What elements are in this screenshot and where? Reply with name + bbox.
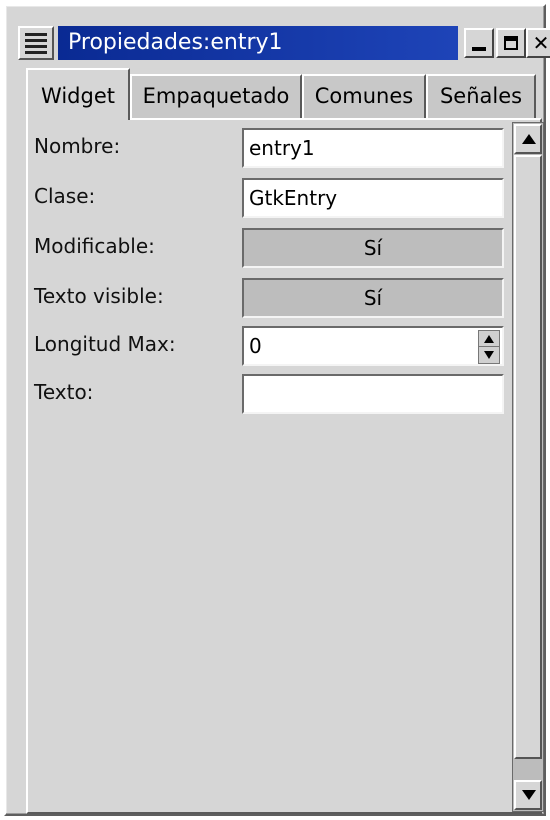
- tab-comunes[interactable]: Comunes: [302, 74, 426, 118]
- spin-arrows[interactable]: [478, 330, 500, 364]
- maximize-button[interactable]: [496, 28, 526, 58]
- texto-label: Texto:: [34, 380, 94, 404]
- property-row-modificable: Modificable: Sí: [34, 228, 504, 268]
- clase-label: Clase:: [34, 184, 96, 208]
- property-row-longitud-max: Longitud Max: 0: [34, 326, 504, 366]
- texto-visible-toggle[interactable]: Sí: [242, 278, 504, 318]
- modificable-toggle[interactable]: Sí: [242, 228, 504, 268]
- maximize-icon: [504, 36, 518, 50]
- close-button[interactable]: ✕: [526, 28, 550, 58]
- title-bar[interactable]: Propiedades:entry1 ✕: [12, 22, 550, 64]
- minimize-button[interactable]: [464, 28, 494, 58]
- property-row-nombre: Nombre: entry1: [34, 128, 504, 168]
- property-row-texto: Texto:: [34, 374, 504, 414]
- vertical-scrollbar[interactable]: [512, 122, 544, 812]
- tab-empaquetado[interactable]: Empaquetado: [130, 74, 302, 118]
- window-menu-icon[interactable]: [18, 26, 54, 60]
- properties-panel: [26, 118, 542, 814]
- property-row-texto-visible: Texto visible: Sí: [34, 278, 504, 318]
- longitud-max-label: Longitud Max:: [34, 332, 176, 356]
- clase-field[interactable]: GtkEntry: [242, 178, 504, 218]
- scroll-up-button[interactable]: [514, 124, 542, 154]
- tab-widget[interactable]: Widget: [26, 68, 130, 120]
- tab-bar: Widget Empaquetado Comunes Señales: [26, 68, 542, 120]
- tab-senales[interactable]: Señales: [426, 74, 536, 118]
- close-icon: ✕: [532, 31, 550, 55]
- nombre-field[interactable]: entry1: [242, 128, 504, 168]
- modificable-label: Modificable:: [34, 234, 155, 258]
- property-row-clase: Clase: GtkEntry: [34, 178, 504, 218]
- longitud-max-spinbutton[interactable]: 0: [242, 326, 504, 366]
- nombre-label: Nombre:: [34, 134, 121, 158]
- scroll-down-icon: [522, 790, 536, 800]
- scrollbar-thumb[interactable]: [514, 155, 542, 759]
- window-title: Propiedades:entry1: [58, 26, 458, 60]
- spin-up-icon[interactable]: [484, 335, 494, 343]
- texto-field[interactable]: [242, 374, 504, 414]
- texto-visible-label: Texto visible:: [34, 284, 164, 308]
- properties-window: Propiedades:entry1 ✕ Widget Empaquetado …: [4, 4, 550, 816]
- scroll-up-icon: [522, 134, 536, 144]
- minimize-icon: [472, 47, 486, 51]
- scroll-down-button[interactable]: [514, 780, 542, 810]
- spin-down-icon[interactable]: [484, 351, 494, 359]
- longitud-max-value: 0: [249, 334, 262, 358]
